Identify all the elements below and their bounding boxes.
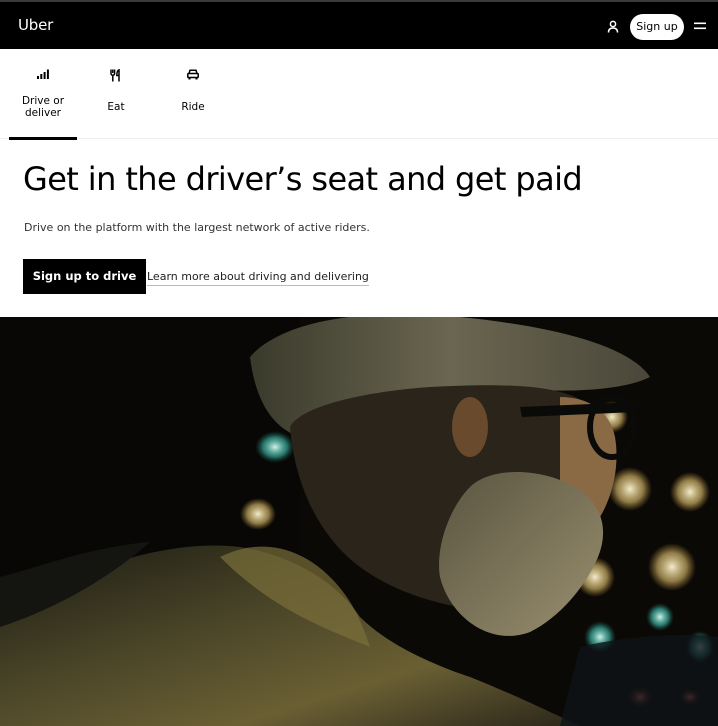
hamburger-menu-icon[interactable] [694, 21, 706, 31]
user-icon[interactable] [607, 20, 619, 33]
selected-tab-indicator [9, 137, 77, 140]
driver-photo [0, 317, 718, 726]
page-subtext: Drive on the platform with the largest n… [24, 221, 370, 234]
learn-more-link[interactable]: Learn more about driving and delivering [147, 270, 369, 286]
product-tabs: Drive or deliver Eat Ride [0, 49, 718, 140]
top-navigation-bar: Uber Sign up [0, 0, 718, 49]
tab-label: Ride [181, 101, 205, 113]
signal-bars-icon [37, 69, 49, 79]
fork-knife-icon [110, 69, 120, 82]
car-icon [187, 69, 199, 80]
tab-drive-or-deliver[interactable]: Drive or deliver [9, 49, 77, 140]
sign-up-button[interactable]: Sign up [630, 14, 684, 40]
sign-up-to-drive-button[interactable]: Sign up to drive [23, 259, 146, 294]
uber-logo[interactable]: Uber [18, 16, 53, 34]
tab-label: Drive or deliver [21, 95, 65, 119]
tab-ride[interactable]: Ride [163, 49, 223, 139]
tab-eat[interactable]: Eat [86, 49, 146, 139]
tab-label: Eat [107, 101, 125, 113]
page-headline: Get in the driver’s seat and get paid [23, 160, 583, 198]
hero-image [0, 317, 718, 726]
